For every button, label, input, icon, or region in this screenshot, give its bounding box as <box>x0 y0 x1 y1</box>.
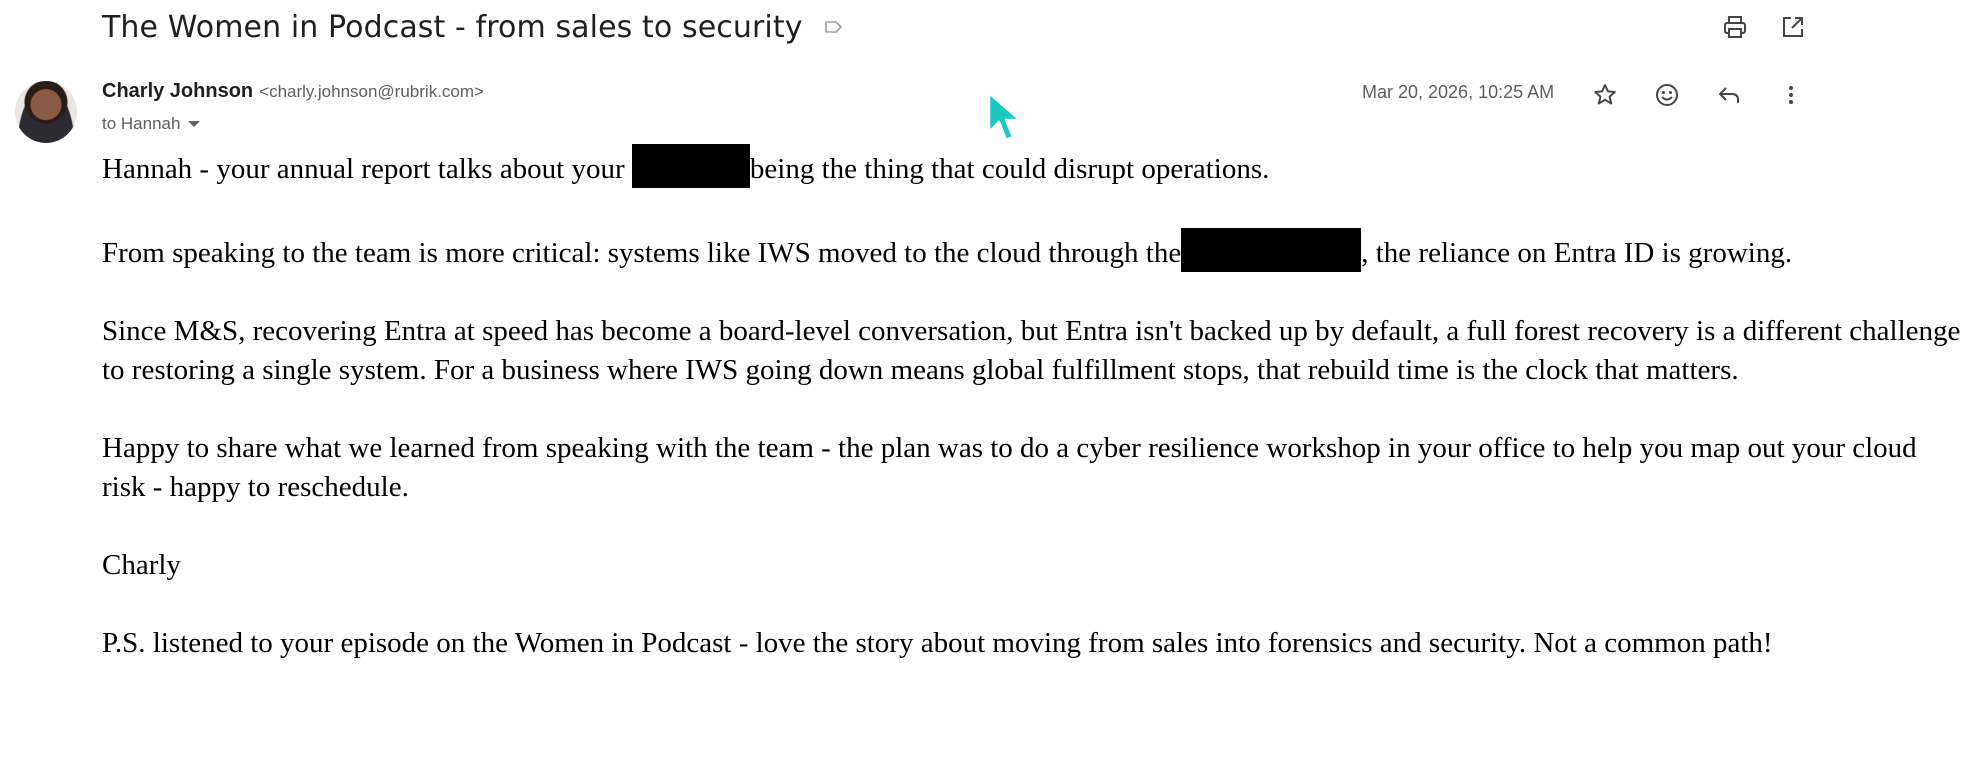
signature: Charly <box>102 549 181 581</box>
email-date: Mar 20, 2026, 10:25 AM <box>1362 82 1555 102</box>
redaction-box <box>631 144 750 188</box>
p1-text-before: Hannah - your annual report talks about … <box>102 153 632 185</box>
reply-icon[interactable] <box>1712 78 1746 112</box>
sender-name[interactable]: Charly Johnson <box>102 80 253 103</box>
sender-row: Charly Johnson <charly.johnson@rubrik.co… <box>102 80 484 108</box>
body-paragraph-1: Hannah - your annual report talks about … <box>102 144 1962 189</box>
p2-text-after: , the reliance on Entra ID is growing. <box>1361 237 1793 269</box>
body-paragraph-2: From speaking to the team is more critic… <box>102 228 1962 273</box>
redaction-box <box>1181 228 1362 272</box>
body-paragraph-4: Happy to share what we learned from spea… <box>102 432 1917 503</box>
avatar[interactable] <box>15 81 77 143</box>
recipient-details-toggle[interactable]: to Hannah <box>102 112 201 136</box>
p1-text-after: being the thing that could disrupt opera… <box>749 153 1270 185</box>
thread-actions <box>0 10 1970 44</box>
recipient-label: to Hannah <box>102 114 181 133</box>
email-body: Hannah - your annual report talks about … <box>102 144 1962 702</box>
mouse-cursor-icon <box>987 91 1022 142</box>
more-vertical-icon[interactable] <box>1774 78 1808 112</box>
sender-email: <charly.johnson@rubrik.com> <box>259 82 484 101</box>
chevron-down-icon[interactable] <box>188 121 201 127</box>
emoji-reaction-icon[interactable] <box>1650 78 1684 112</box>
star-outline-icon[interactable] <box>1588 78 1622 112</box>
postscript: P.S. listened to your episode on the Wom… <box>102 627 1773 659</box>
print-icon[interactable] <box>1718 10 1752 44</box>
body-paragraph-3: Since M&S, recovering Entra at speed has… <box>102 315 1961 386</box>
open-in-new-icon[interactable] <box>1776 10 1810 44</box>
p2-text-before: From speaking to the team is more critic… <box>102 237 1182 269</box>
